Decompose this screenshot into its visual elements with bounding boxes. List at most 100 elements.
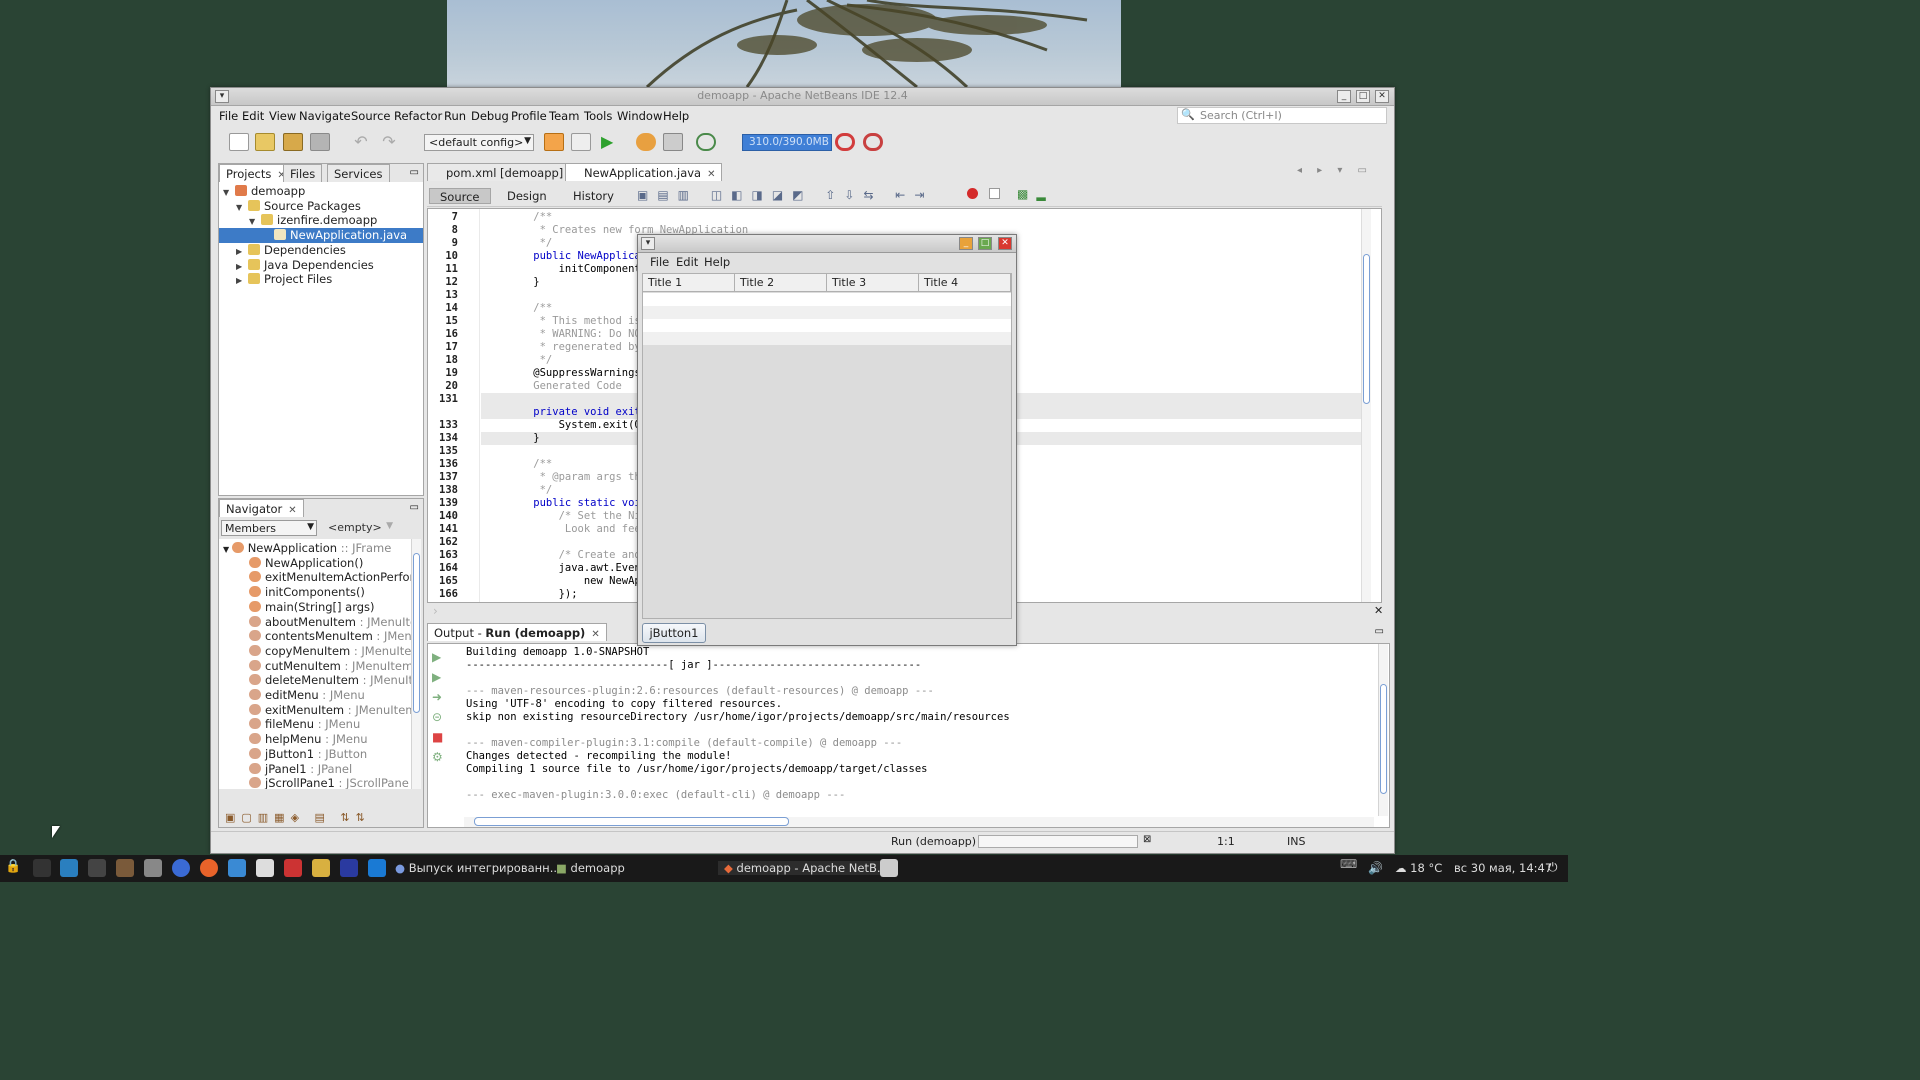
minimize-panel-icon[interactable]: ▭ [410, 502, 419, 513]
close-icon[interactable]: ✕ [288, 505, 296, 516]
config-select[interactable]: <default config> ▼ [424, 134, 534, 151]
task-item-active[interactable]: ◆ demoapp - Apache NetB... [718, 861, 894, 875]
column-header[interactable]: Title 1 [643, 274, 735, 292]
save-all-icon[interactable] [310, 133, 330, 151]
menu-refactor[interactable]: Refactor [394, 109, 442, 123]
column-header[interactable]: Title 3 [827, 274, 919, 292]
open-project-icon[interactable] [283, 133, 303, 151]
cancel-task-icon[interactable]: ⊠ [1143, 834, 1151, 845]
tab-design[interactable]: Design [497, 188, 557, 204]
scroll-thumb[interactable] [413, 553, 420, 713]
stop-macro-icon[interactable] [989, 188, 1000, 199]
demo-menu-edit[interactable]: Edit [676, 255, 698, 269]
navigator-item[interactable]: exitMenuItemActionPerforme [219, 570, 411, 585]
scroll-thumb[interactable] [1380, 684, 1387, 794]
menu-debug[interactable]: Debug [471, 109, 509, 123]
screen-icon[interactable] [368, 859, 386, 877]
menu-tools[interactable]: Tools [584, 109, 612, 123]
navigator-item[interactable]: exitMenuItem : JMenuItem [219, 703, 411, 718]
demo-menu-file[interactable]: File [650, 255, 669, 269]
window-menu-icon[interactable]: ▾ [641, 237, 655, 250]
file-manager-icon[interactable] [144, 859, 162, 877]
memory-indicator[interactable]: 310.0/390.0MB [742, 134, 832, 151]
gc-icon[interactable] [835, 133, 855, 151]
expand-right-icon[interactable]: ▶ [236, 247, 248, 256]
menu-profile[interactable]: Profile [511, 109, 547, 123]
project-tree-item[interactable]: ▶ Dependencies [219, 243, 423, 258]
lock-icon[interactable]: 🔒 [5, 859, 23, 877]
column-header[interactable]: Title 2 [735, 274, 827, 292]
navigator-toolbar[interactable]: ▣▢▥▦◈ ▤ ⇅⇅ [219, 811, 423, 827]
editor-tab-nav[interactable]: ◂ ▸ ▾ ▭ [1297, 165, 1373, 176]
profile-run-icon[interactable] [696, 133, 716, 151]
expand-right-icon[interactable]: ▶ [236, 262, 248, 271]
menu-run[interactable]: Run [444, 109, 466, 123]
expand-down-icon[interactable]: ▼ [223, 545, 232, 554]
power-icon[interactable]: ⏻ [1548, 860, 1558, 875]
demo-menu-help[interactable]: Help [704, 255, 730, 269]
tab-services[interactable]: Services [327, 164, 390, 182]
scroll-thumb[interactable] [474, 817, 789, 826]
title-bar[interactable]: ▾ demoapp - Apache NetBeans IDE 12.4 _ □… [211, 88, 1394, 106]
close-breadcrumb-icon[interactable]: ✕ [1374, 604, 1383, 617]
navigator-item[interactable]: initComponents() [219, 585, 365, 600]
navigator-item[interactable]: ▼ NewApplication :: JFrame [219, 541, 391, 556]
project-tree-item[interactable]: ▼ izenfire.demoapp [219, 213, 423, 228]
expand-down-icon[interactable]: ▼ [236, 203, 248, 212]
table-row[interactable] [643, 319, 1011, 332]
navigator-item[interactable]: fileMenu : JMenu [219, 717, 360, 732]
task-item[interactable]: ● Выпуск интегрированн... [395, 861, 561, 875]
table-row[interactable] [643, 332, 1011, 345]
build-icon[interactable] [544, 133, 564, 151]
clean-build-icon[interactable] [571, 133, 591, 151]
jbutton1[interactable]: jButton1 [642, 623, 706, 643]
editor-icon[interactable] [312, 859, 330, 877]
expand-down-icon[interactable]: ▼ [249, 217, 261, 226]
navigator-item[interactable]: deleteMenuItem : JMenuItem [219, 673, 411, 688]
navigator-item[interactable]: contentsMenuItem : JMenuIt [219, 629, 411, 644]
menu-window[interactable]: Window [617, 109, 662, 123]
output-actions[interactable]: ▶ ▶ ➜ ⊝ ■ ⚙ [432, 647, 446, 767]
navigator-item[interactable]: copyMenuItem : JMenuItem [219, 644, 411, 659]
tab-navigator[interactable]: Navigator ✕ [219, 499, 304, 517]
stop-profile-icon[interactable] [863, 133, 883, 151]
project-tree-item[interactable]: ▶ Project Files [219, 272, 423, 287]
app-icon[interactable] [284, 859, 302, 877]
studio-icon[interactable] [340, 859, 358, 877]
maximize-icon[interactable]: □ [978, 237, 992, 250]
debug-icon[interactable] [636, 133, 656, 151]
close-icon[interactable]: ✕ [591, 629, 599, 640]
tab-pom-xml[interactable]: pom.xml [demoapp]✕ [427, 163, 585, 181]
weather-widget[interactable]: ☁ 18 °C [1395, 861, 1442, 875]
new-file-icon[interactable] [229, 133, 249, 151]
close-icon[interactable]: ✕ [707, 169, 715, 180]
clock[interactable]: вс 30 мая, 14:47 [1454, 861, 1552, 875]
minimize-icon[interactable]: _ [959, 237, 973, 250]
archive-icon[interactable] [116, 859, 134, 877]
table-row[interactable] [643, 293, 1011, 306]
navigator-item[interactable]: jButton1 : JButton [219, 747, 367, 762]
minimize-panel-icon[interactable]: ▭ [410, 167, 419, 178]
tab-history[interactable]: History [563, 188, 624, 204]
demo-app-titlebar[interactable]: ▾ _ □ ✕ [638, 235, 1016, 253]
tab-output[interactable]: Output - Run (demoapp) ✕ [427, 623, 607, 641]
menu-file[interactable]: File [219, 109, 238, 123]
run-icon[interactable]: ▶ [601, 133, 621, 151]
navigator-item[interactable]: aboutMenuItem : JMenuItem [219, 615, 411, 630]
menu-help[interactable]: Help [663, 109, 689, 123]
output-scrollbar[interactable] [1378, 644, 1388, 816]
expand-down-icon[interactable]: ▼ [223, 188, 235, 197]
thunderbird-icon[interactable] [228, 859, 246, 877]
task-item[interactable]: ■ demoapp [556, 861, 625, 875]
diff-icons[interactable]: ▩▂ [1017, 187, 1054, 201]
menu-edit[interactable]: Edit [242, 109, 264, 123]
navigator-scrollbar[interactable] [411, 539, 421, 789]
search-input[interactable]: 🔍 Search (Ctrl+I) [1177, 107, 1387, 124]
desktop-icon[interactable] [60, 859, 78, 877]
notes-icon[interactable] [256, 859, 274, 877]
close-icon[interactable]: ✕ [1375, 90, 1389, 103]
demo-table[interactable]: Title 1 Title 2 Title 3 Title 4 [642, 273, 1012, 619]
scroll-thumb[interactable] [1363, 254, 1370, 404]
navigator-item[interactable]: main(String[] args) [219, 600, 375, 615]
terminal-icon[interactable] [88, 859, 106, 877]
